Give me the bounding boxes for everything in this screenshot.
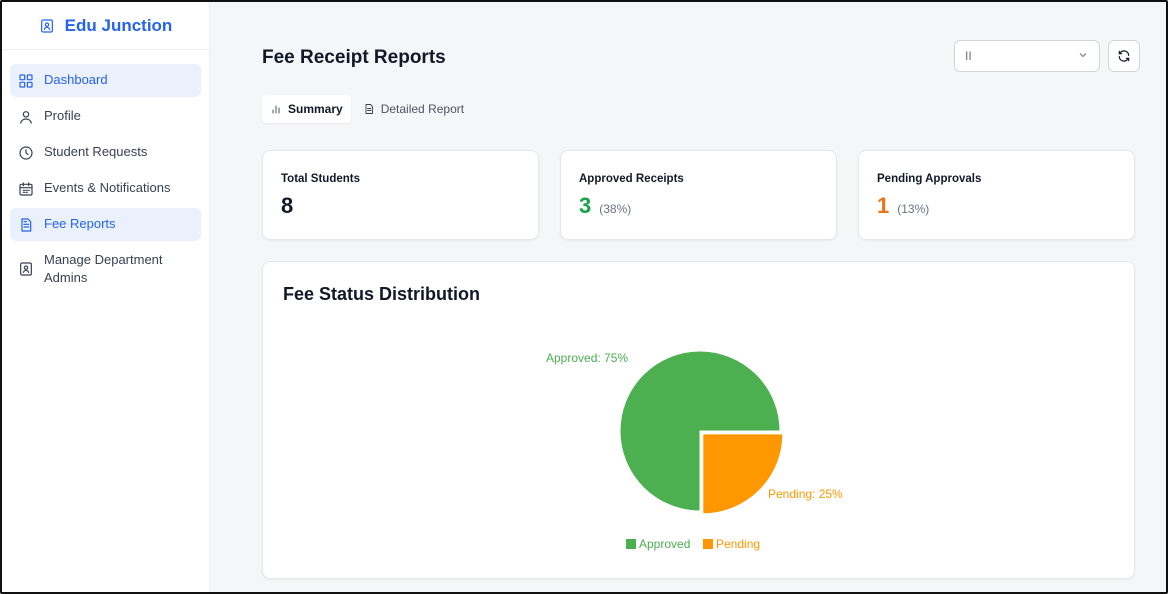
stat-value: 8 [281,193,294,218]
tab-label: Detailed Report [380,102,465,116]
slice-label-approved: Approved: 75% [546,351,628,365]
stat-card-total-students: Total Students 8 [262,150,539,240]
document-icon [18,217,34,233]
chevron-down-icon [1077,49,1089,64]
clock-icon [18,145,34,161]
slice-label-pending: Pending: 25% [768,487,843,501]
sidebar-item-label: Dashboard [44,72,108,88]
main-content: Fee Receipt Reports II Summary Detailed … [210,2,1166,592]
refresh-icon [1117,49,1131,63]
refresh-button[interactable] [1108,40,1140,72]
user-icon [18,109,34,125]
legend-swatch-pending [703,539,713,549]
sidebar-item-profile[interactable]: Profile [10,100,201,133]
report-tabs: Summary Detailed Report [262,95,472,123]
sidebar: Edu Junction Dashboard Profile Student R… [2,2,210,592]
bar-chart-icon [270,103,282,115]
sidebar-item-label: Events & Notifications [44,180,171,196]
sidebar-item-label: Profile [44,108,81,124]
tab-summary[interactable]: Summary [262,95,351,123]
select-value: II [965,49,972,63]
sidebar-item-dashboard[interactable]: Dashboard [10,64,201,97]
stat-card-approved-receipts: Approved Receipts 3 (38%) [560,150,837,240]
tab-label: Summary [288,102,343,116]
sidebar-item-manage-admins[interactable]: Manage Department Admins [10,244,201,294]
stat-value: 1 [877,193,890,218]
pie-chart: Approved: 75% Pending: 25% Approved Pending [546,350,843,551]
id-badge-icon [39,18,55,34]
pie-slice-pending[interactable] [702,433,784,515]
sidebar-item-events[interactable]: Events & Notifications [10,172,201,205]
stat-title: Pending Approvals [877,173,982,185]
legend-label-approved[interactable]: Approved [639,537,690,551]
brand[interactable]: Edu Junction [2,2,209,50]
sidebar-item-label: Student Requests [44,144,148,160]
document-icon [363,103,375,115]
calendar-icon [18,181,34,197]
sidebar-item-label: Manage Department Admins [44,251,163,285]
sidebar-item-student-requests[interactable]: Student Requests [10,136,201,169]
dashboard-icon [18,73,34,89]
stat-percent: (38%) [599,202,632,216]
stat-value: 3 [579,193,592,218]
legend-label-pending[interactable]: Pending [716,537,760,551]
app-window: Edu Junction Dashboard Profile Student R… [0,0,1168,594]
stat-percent: (13%) [897,202,930,216]
sidebar-item-fee-reports[interactable]: Fee Reports [10,208,201,241]
id-badge-icon [18,261,34,277]
page-title: Fee Receipt Reports [262,47,446,68]
brand-name: Edu Junction [64,15,173,35]
stat-title: Total Students [281,173,361,185]
stat-card-pending-approvals: Pending Approvals 1 (13%) [858,150,1135,240]
semester-select[interactable]: II [954,40,1100,72]
legend-swatch-approved [626,539,636,549]
stat-title: Approved Receipts [579,173,684,185]
tab-detailed-report[interactable]: Detailed Report [355,95,472,123]
sidebar-item-label: Fee Reports [44,216,116,232]
sidebar-nav: Dashboard Profile Student Requests Event… [2,50,209,294]
chart-card: Fee Status Distribution Approved: 75% Pen… [262,261,1135,579]
